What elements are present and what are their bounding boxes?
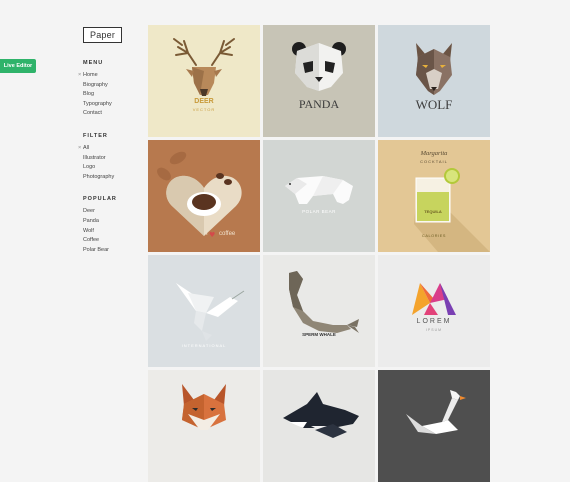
deer-title: DEER: [194, 98, 214, 105]
tag-panda[interactable]: Panda: [83, 217, 143, 227]
panda-title: PANDA: [298, 97, 340, 111]
sidebar: Paper MENU Home Biography Blog Typograph…: [78, 25, 143, 269]
filter-item-logo[interactable]: Logo: [83, 163, 143, 173]
tile-swan[interactable]: [378, 370, 490, 482]
panda-illustration-icon: [292, 42, 346, 91]
tile-polar-bear[interactable]: POLAR BEAR: [263, 140, 375, 252]
cocktail-title: Margarita: [420, 150, 448, 157]
tile-fox[interactable]: [148, 370, 260, 482]
filter-item-all[interactable]: All: [78, 144, 143, 154]
swan-illustration-icon: [406, 390, 466, 434]
orca-illustration-icon: [283, 392, 359, 438]
lorem-title: LOREM: [416, 318, 452, 325]
tile-cocktail[interactable]: Margarita COCKTAIL TEQUILA CALORIES: [378, 140, 490, 252]
heart-icon: ♥: [209, 231, 215, 239]
deer-illustration-icon: [173, 38, 235, 96]
tile-lorem[interactable]: LOREM IPSUM: [378, 255, 490, 367]
menu-title: MENU: [83, 60, 104, 66]
cocktail-footer: CALORIES: [421, 234, 446, 238]
fox-illustration-icon: [182, 384, 226, 430]
coffee-caption-right: coffee: [219, 231, 236, 237]
wolf-illustration-icon: [416, 43, 452, 95]
portfolio-grid: DEER VECTOR PANDA WOLF ♥ I coffee POLAR …: [148, 25, 490, 482]
popular-title: POPULAR: [83, 196, 117, 203]
cocktail-glass-text: TEQUILA: [424, 209, 442, 214]
menu-item-contact[interactable]: Contact: [83, 109, 143, 119]
menu-item-typography[interactable]: Typography: [83, 100, 143, 110]
polar-bear-title: POLAR BEAR: [302, 209, 336, 214]
tile-dove[interactable]: INTERNATIONAL: [148, 255, 260, 367]
tile-deer[interactable]: DEER VECTOR: [148, 25, 260, 137]
deer-subtitle: VECTOR: [192, 107, 216, 112]
tile-panda[interactable]: PANDA: [263, 25, 375, 137]
popular-section: POPULAR Deer Panda Wolf Coffee Polar Bea…: [83, 196, 143, 255]
tag-wolf[interactable]: Wolf: [83, 227, 143, 237]
polar-bear-illustration-icon: [285, 176, 353, 204]
tag-polar-bear[interactable]: Polar Bear: [83, 246, 143, 256]
m-logo-icon: [412, 283, 456, 315]
dove-caption: INTERNATIONAL: [181, 343, 227, 348]
whale-title: SPERM WHALE: [302, 332, 336, 337]
tile-coffee[interactable]: ♥ I coffee: [148, 140, 260, 252]
wolf-title: WOLF: [415, 97, 453, 112]
whale-illustration-icon: [289, 271, 359, 333]
live-editor-button[interactable]: Live Editor: [0, 59, 36, 73]
filter-section: FILTER All Illustrator Logo Photography: [78, 132, 143, 183]
tile-wolf[interactable]: WOLF: [378, 25, 490, 137]
coffee-illustration-icon: ♥: [157, 151, 242, 239]
coffee-caption-left: I: [206, 231, 208, 237]
filter-item-illustrator[interactable]: Illustrator: [83, 154, 143, 164]
cocktail-subtitle: COCKTAIL: [420, 159, 448, 164]
filter-title: FILTER: [83, 132, 108, 139]
site-logo[interactable]: Paper: [83, 27, 123, 43]
tag-deer[interactable]: Deer: [83, 207, 143, 217]
lorem-subtitle: IPSUM: [425, 328, 443, 332]
dove-illustration-icon: [176, 283, 245, 341]
tile-whale[interactable]: SPERM WHALE: [263, 255, 375, 367]
menu-section: MENU Home Biography Blog Typography Cont…: [78, 60, 143, 119]
menu-item-biography[interactable]: Biography: [83, 81, 143, 91]
filter-item-photography[interactable]: Photography: [83, 173, 143, 183]
tile-orca[interactable]: [263, 370, 375, 482]
tag-coffee[interactable]: Coffee: [83, 236, 143, 246]
menu-item-blog[interactable]: Blog: [83, 90, 143, 100]
menu-item-home[interactable]: Home: [78, 71, 143, 81]
